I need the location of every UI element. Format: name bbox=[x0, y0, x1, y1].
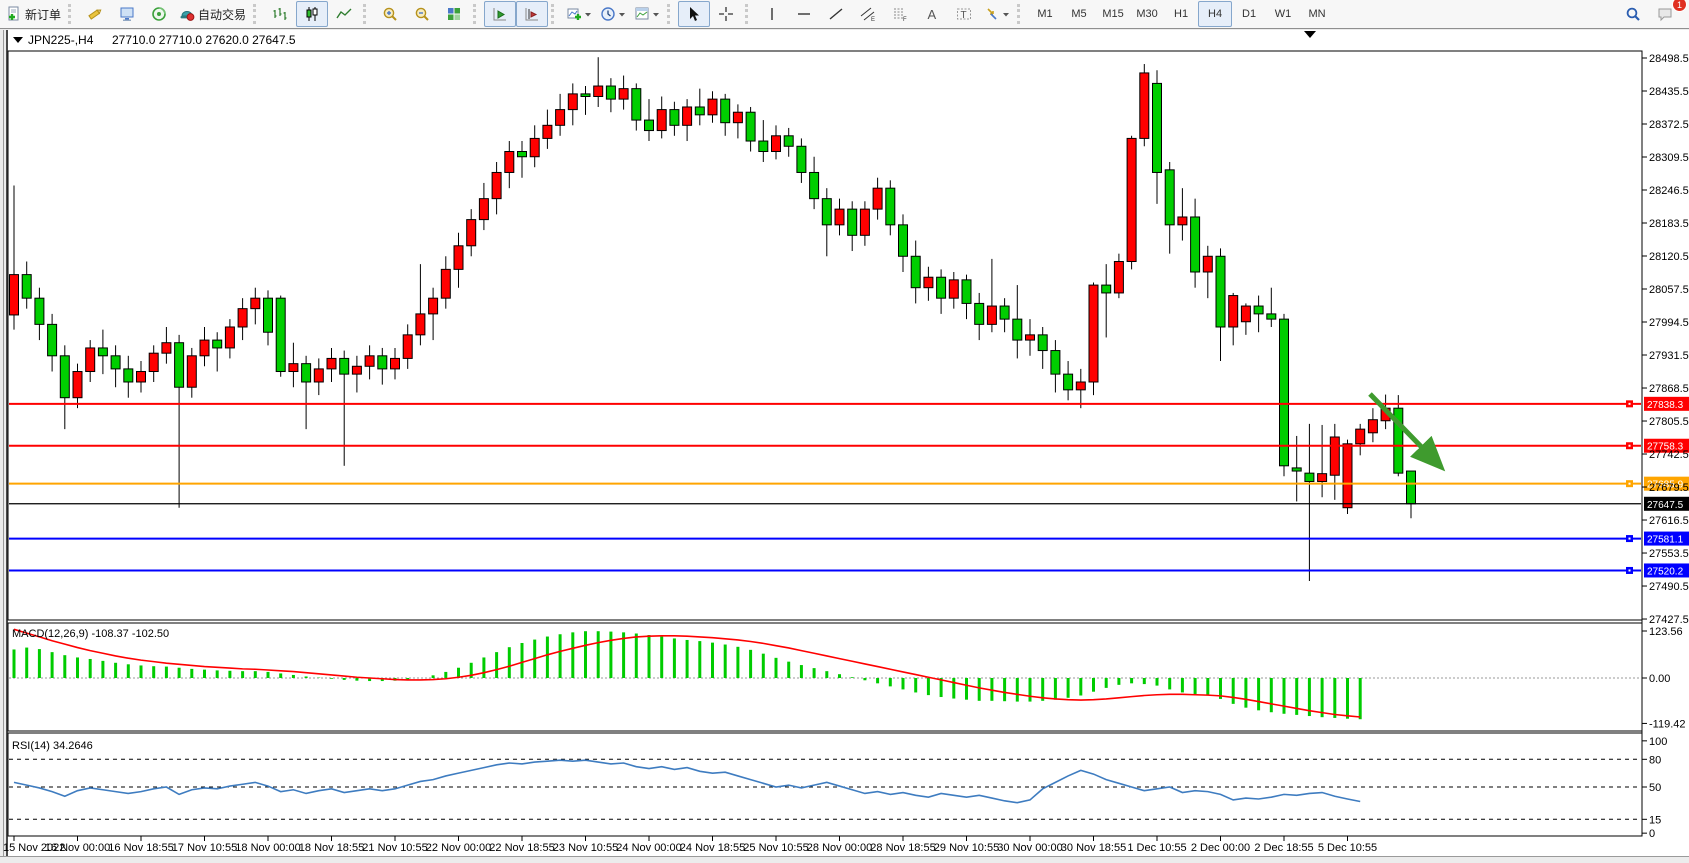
svg-text:28 Nov 18:55: 28 Nov 18:55 bbox=[870, 842, 935, 854]
svg-text:123.56: 123.56 bbox=[1649, 626, 1683, 638]
svg-text:28183.5: 28183.5 bbox=[1649, 218, 1689, 230]
svg-text:27581.1: 27581.1 bbox=[1647, 535, 1684, 546]
svg-text:0: 0 bbox=[1649, 828, 1655, 840]
svg-text:18 Nov 00:00: 18 Nov 00:00 bbox=[235, 842, 300, 854]
svg-text:27868.5: 27868.5 bbox=[1649, 383, 1689, 395]
svg-text:100: 100 bbox=[1649, 736, 1667, 748]
chart-title-symbol: JPN225-,H4 bbox=[28, 33, 94, 47]
svg-text:27742.5: 27742.5 bbox=[1649, 449, 1689, 461]
svg-text:2 Dec 00:00: 2 Dec 00:00 bbox=[1191, 842, 1250, 854]
svg-text:30 Nov 00:00: 30 Nov 00:00 bbox=[997, 842, 1062, 854]
svg-text:25 Nov 10:55: 25 Nov 10:55 bbox=[743, 842, 808, 854]
svg-text:80: 80 bbox=[1649, 754, 1661, 766]
svg-text:28309.5: 28309.5 bbox=[1649, 152, 1689, 164]
macd-label: MACD(12,26,9) -108.37 -102.50 bbox=[12, 628, 169, 640]
chart-title-ohlc: 27710.0 27710.0 27620.0 27647.5 bbox=[112, 33, 296, 47]
svg-text:24 Nov 00:00: 24 Nov 00:00 bbox=[616, 842, 681, 854]
svg-text:27994.5: 27994.5 bbox=[1649, 317, 1689, 329]
svg-text:27838.3: 27838.3 bbox=[1647, 400, 1684, 411]
svg-text:28057.5: 28057.5 bbox=[1649, 284, 1689, 296]
svg-text:27520.2: 27520.2 bbox=[1647, 566, 1684, 577]
svg-text:28246.5: 28246.5 bbox=[1649, 185, 1689, 197]
svg-text:50: 50 bbox=[1649, 782, 1661, 794]
chart-canvas[interactable]: 27838.327758.327685.927647.527581.127520… bbox=[0, 0, 1689, 863]
svg-text:28120.5: 28120.5 bbox=[1649, 251, 1689, 263]
svg-text:29 Nov 10:55: 29 Nov 10:55 bbox=[934, 842, 999, 854]
svg-text:28 Nov 00:00: 28 Nov 00:00 bbox=[807, 842, 872, 854]
svg-text:1 Dec 10:55: 1 Dec 10:55 bbox=[1127, 842, 1186, 854]
svg-text:5 Dec 10:55: 5 Dec 10:55 bbox=[1318, 842, 1377, 854]
svg-text:27616.5: 27616.5 bbox=[1649, 515, 1689, 527]
svg-text:17 Nov 10:55: 17 Nov 10:55 bbox=[172, 842, 237, 854]
svg-text:22 Nov 18:55: 22 Nov 18:55 bbox=[489, 842, 554, 854]
svg-text:0.00: 0.00 bbox=[1649, 673, 1670, 685]
svg-text:28498.5: 28498.5 bbox=[1649, 53, 1689, 65]
svg-text:27805.5: 27805.5 bbox=[1649, 416, 1689, 428]
svg-text:30 Nov 18:55: 30 Nov 18:55 bbox=[1061, 842, 1126, 854]
mt4-window: 新订单 自动交易 E F A T bbox=[0, 0, 1689, 863]
svg-text:16 Nov 18:55: 16 Nov 18:55 bbox=[108, 842, 173, 854]
svg-text:27490.5: 27490.5 bbox=[1649, 581, 1689, 593]
svg-text:18 Nov 18:55: 18 Nov 18:55 bbox=[299, 842, 364, 854]
svg-text:-119.42: -119.42 bbox=[1649, 718, 1686, 730]
svg-text:27427.5: 27427.5 bbox=[1649, 614, 1689, 626]
svg-text:24 Nov 18:55: 24 Nov 18:55 bbox=[680, 842, 745, 854]
svg-text:22 Nov 00:00: 22 Nov 00:00 bbox=[426, 842, 491, 854]
svg-text:23 Nov 10:55: 23 Nov 10:55 bbox=[553, 842, 618, 854]
svg-text:2 Dec 18:55: 2 Dec 18:55 bbox=[1254, 842, 1313, 854]
svg-text:27931.5: 27931.5 bbox=[1649, 350, 1689, 362]
svg-text:21 Nov 10:55: 21 Nov 10:55 bbox=[362, 842, 427, 854]
svg-text:16 Nov 00:00: 16 Nov 00:00 bbox=[45, 842, 110, 854]
rsi-label: RSI(14) 34.2646 bbox=[12, 740, 93, 752]
svg-text:15: 15 bbox=[1649, 814, 1661, 826]
svg-text:27647.5: 27647.5 bbox=[1647, 500, 1684, 511]
svg-text:28435.5: 28435.5 bbox=[1649, 86, 1689, 98]
svg-text:27679.5: 27679.5 bbox=[1649, 482, 1689, 494]
svg-text:27553.5: 27553.5 bbox=[1649, 548, 1689, 560]
svg-text:28372.5: 28372.5 bbox=[1649, 119, 1689, 131]
